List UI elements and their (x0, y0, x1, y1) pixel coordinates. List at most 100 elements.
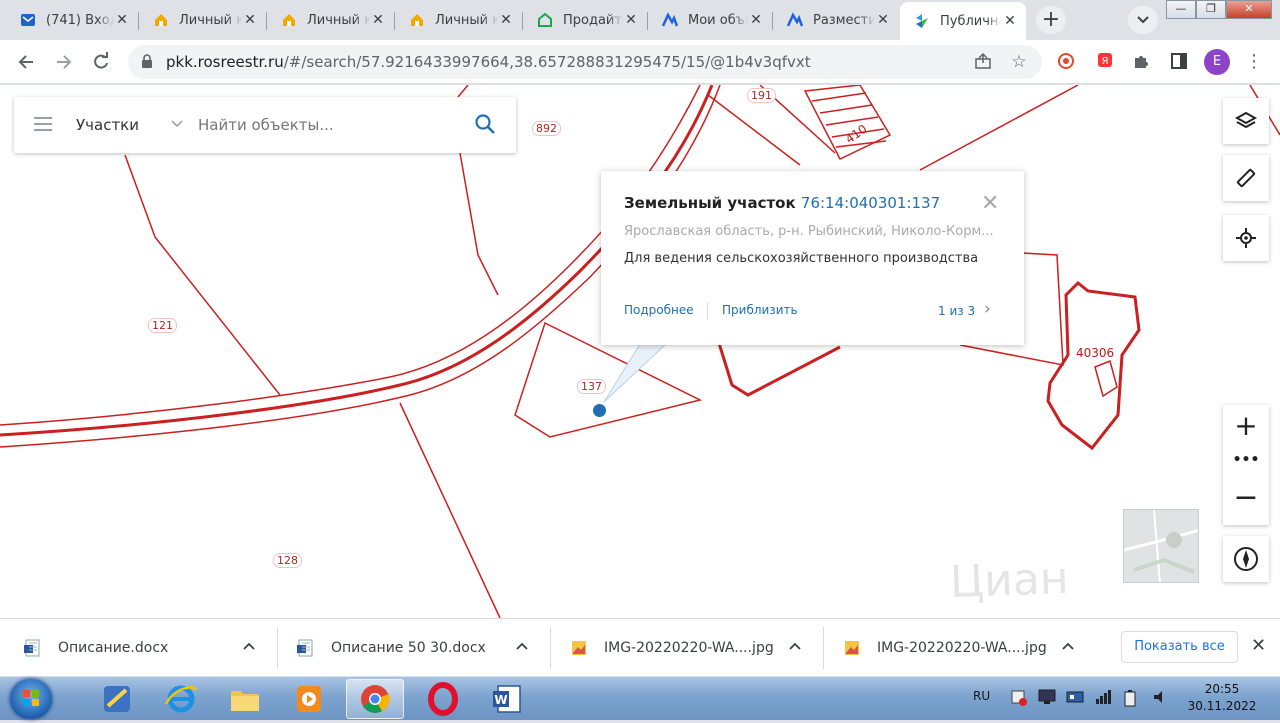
details-link[interactable]: Подробнее (624, 303, 694, 317)
action-center-icon[interactable] (1010, 689, 1028, 710)
parcel-label-892[interactable]: 892 (532, 121, 561, 136)
taskbar-app-chrome[interactable] (346, 679, 404, 719)
browser-toolbar: pkk.rosreestr.ru/#/search/57.92164339976… (0, 40, 1280, 84)
tab-cabinet-2[interactable]: Личный кабинет ✕ (267, 4, 394, 36)
minimize-button[interactable]: — (1166, 0, 1196, 19)
compass-button[interactable] (1223, 536, 1269, 582)
chevron-up-icon[interactable] (1061, 639, 1075, 657)
tab-close-icon[interactable]: ✕ (1002, 13, 1018, 29)
signal-icon[interactable] (1094, 689, 1112, 708)
tab-close-icon[interactable]: ✕ (114, 12, 130, 28)
tab-cabinet-3[interactable]: Личный кабинет ✕ (395, 4, 522, 36)
download-item[interactable]: IMG-20220220-WA....jpg (570, 629, 810, 667)
reload-button[interactable] (87, 48, 115, 76)
layers-button[interactable] (1223, 98, 1269, 144)
media-player-icon (297, 686, 321, 712)
bookmark-star-icon[interactable]: ☆ (1009, 52, 1029, 72)
tab-public-cadastral-map[interactable]: Публичная кадастровая карта ✕ (900, 2, 1026, 40)
tab-close-icon[interactable]: ✕ (748, 12, 764, 28)
taskbar-app-ie[interactable] (152, 679, 210, 719)
show-all-downloads-button[interactable]: Показать все (1121, 631, 1238, 663)
chevron-down-icon[interactable] (170, 113, 184, 137)
cadastral-number-link[interactable]: 76:14:040301:137 (801, 194, 940, 212)
parcel-label-191[interactable]: 191 (747, 88, 776, 103)
tab-place-ad[interactable]: Разместить ✕ (773, 4, 899, 36)
taskbar-app-media[interactable] (280, 679, 338, 719)
compass-icon (1234, 547, 1258, 571)
tab-close-icon[interactable]: ✕ (370, 12, 386, 28)
image-file-icon (845, 641, 859, 655)
tab-mail[interactable]: (741) Входящие ✕ (6, 4, 138, 36)
tab-search-button[interactable] (1128, 6, 1158, 34)
language-indicator[interactable]: RU (973, 689, 990, 703)
chevron-up-icon[interactable] (242, 639, 256, 657)
download-filename: Описание 50 30.docx (331, 640, 486, 656)
network-adapter-icon[interactable] (1066, 689, 1084, 708)
download-item[interactable]: Описание 50 30.docx (297, 629, 537, 667)
tab-close-icon[interactable]: ✕ (498, 12, 514, 28)
crosshair-icon (1236, 228, 1256, 248)
downloads-bar: Описание.docx Описание 50 30.docx IMG-20… (0, 618, 1280, 676)
kebab-menu-icon[interactable]: ⋮ (1244, 52, 1264, 72)
window-close-button[interactable]: ✕ (1226, 0, 1272, 19)
search-icon[interactable] (474, 113, 496, 139)
tab-close-icon[interactable]: ✕ (242, 12, 258, 28)
start-button[interactable] (10, 679, 52, 719)
word-file-icon (297, 639, 313, 657)
tab-close-icon[interactable]: ✕ (623, 12, 639, 28)
extensions-puzzle-icon[interactable] (1131, 52, 1151, 72)
image-file-icon (572, 641, 586, 655)
new-tab-button[interactable]: + (1036, 6, 1066, 34)
taskbar-app-opera[interactable] (414, 679, 472, 719)
zoom-in-button[interactable]: + (1223, 411, 1269, 441)
close-icon[interactable]: ✕ (981, 191, 999, 216)
system-clock[interactable]: 20:55 30.11.2022 (1186, 681, 1258, 715)
forward-button[interactable] (50, 48, 78, 76)
chevron-up-icon[interactable] (788, 639, 802, 657)
zoom-to-link[interactable]: Приблизить (722, 303, 798, 317)
tab-title: Мои объявления (688, 12, 748, 28)
back-button[interactable] (12, 48, 40, 76)
more-zoom-icon[interactable]: ••• (1223, 453, 1269, 467)
cadastral-map[interactable]: 892 191 410 121 137 128 40306 Участки Зе… (0, 85, 1280, 618)
restore-button[interactable]: ❐ (1196, 0, 1226, 19)
tab-sell[interactable]: Продайте ✕ (523, 4, 647, 36)
download-item[interactable]: IMG-20220220-WA....jpg (843, 629, 1083, 667)
basemap-switcher[interactable] (1123, 509, 1199, 583)
taskbar-app-yandex[interactable] (88, 679, 146, 719)
search-category-select[interactable]: Участки (76, 116, 139, 134)
tab-cabinet-1[interactable]: Личный кабинет ✕ (139, 4, 266, 36)
lock-icon[interactable] (141, 54, 153, 73)
url-text[interactable]: pkk.rosreestr.ru/#/search/57.92164339976… (166, 53, 811, 71)
battery-icon[interactable] (1122, 689, 1138, 710)
measure-button[interactable] (1223, 155, 1269, 201)
parcel-label-128[interactable]: 128 (273, 553, 302, 568)
tab-my-ads[interactable]: Мои объявления ✕ (648, 4, 772, 36)
taskbar-app-explorer[interactable] (216, 679, 274, 719)
profile-avatar[interactable]: E (1204, 49, 1230, 75)
tab-title: (741) Входящие (46, 12, 114, 28)
chevron-right-icon[interactable]: › (984, 299, 991, 319)
parcel-label-40306[interactable]: 40306 (1073, 347, 1117, 360)
monitor-icon[interactable] (1038, 689, 1056, 708)
chevron-up-icon[interactable] (515, 639, 529, 657)
share-icon[interactable] (973, 52, 993, 72)
close-downloads-icon[interactable]: ✕ (1251, 635, 1266, 656)
window-controls: — ❐ ✕ (1166, 0, 1272, 20)
search-input[interactable] (198, 113, 458, 137)
download-filename: IMG-20220220-WA....jpg (604, 640, 774, 656)
avito-icon (662, 12, 678, 28)
side-panel-icon[interactable] (1169, 52, 1189, 72)
address-bar[interactable]: pkk.rosreestr.ru/#/search/57.92164339976… (128, 45, 1042, 79)
zoom-out-button[interactable]: − (1223, 483, 1269, 513)
volume-icon[interactable] (1152, 689, 1168, 708)
location-pin[interactable] (593, 404, 606, 417)
tab-close-icon[interactable]: ✕ (875, 12, 891, 28)
target-extension-icon[interactable] (1056, 52, 1076, 72)
menu-icon[interactable] (34, 117, 52, 131)
taskbar-app-word[interactable]: W (478, 679, 536, 719)
download-item[interactable]: Описание.docx (24, 629, 264, 667)
parcel-label-121[interactable]: 121 (148, 318, 177, 333)
geolocate-button[interactable] (1223, 215, 1269, 261)
yandex-extension-icon[interactable]: Я (1095, 52, 1115, 72)
